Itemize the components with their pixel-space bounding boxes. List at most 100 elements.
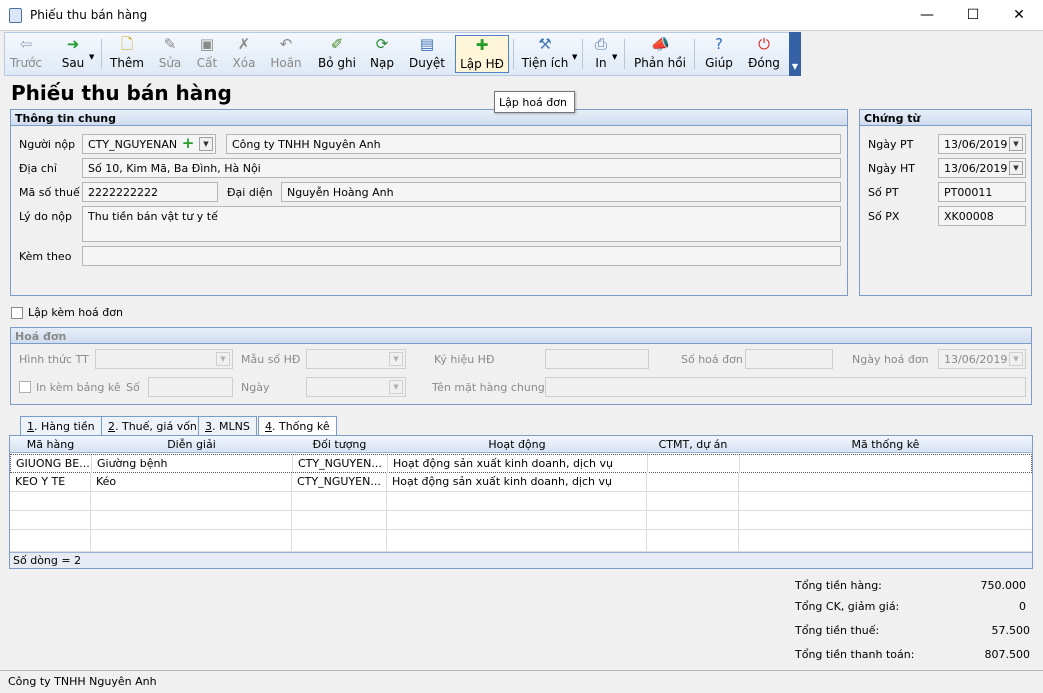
grid-cell[interactable]: CTY_NGUYEN...: [293, 455, 388, 473]
print-dropdown-arrow[interactable]: ▼: [612, 53, 617, 61]
save-button[interactable]: ▣ Cất: [191, 35, 223, 73]
column-header-description[interactable]: Diễn giải: [91, 438, 292, 451]
create-invoice-button[interactable]: ✚ Lập HĐ: [455, 35, 509, 73]
help-button[interactable]: ? Giúp: [702, 35, 736, 73]
utilities-button[interactable]: ⚒ Tiện ích: [521, 35, 569, 73]
grid-cell[interactable]: [648, 455, 740, 473]
grid-cell[interactable]: Hoạt động sản xuất kinh doanh, dịch vụ: [388, 455, 648, 473]
total-payment-label: Tổng tiền thanh toán:: [795, 648, 915, 661]
address-field[interactable]: Số 10, Kim Mã, Ba Đình, Hà Nội: [82, 158, 841, 178]
add-payer-icon[interactable]: +: [180, 136, 196, 151]
template-select[interactable]: ▼: [306, 349, 406, 369]
separator: [513, 39, 514, 69]
print-list-checkbox[interactable]: [19, 381, 31, 393]
empty-row[interactable]: [10, 530, 1032, 552]
next-dropdown-arrow[interactable]: ▼: [89, 53, 94, 61]
total-tax-value: 57.500: [991, 624, 1031, 637]
grid-cell[interactable]: Giường bệnh: [92, 455, 293, 473]
invoice-number-field[interactable]: [745, 349, 833, 369]
undo-button[interactable]: ↶ Hoãn: [267, 35, 305, 73]
column-header-item-code[interactable]: Mã hàng: [10, 438, 91, 451]
symbol-field[interactable]: [545, 349, 649, 369]
next-button[interactable]: ➜ Sau: [55, 35, 91, 73]
representative-field[interactable]: Nguyễn Hoàng Anh: [281, 182, 841, 202]
no-pt-label: Số PT: [868, 186, 899, 199]
payer-code-combo[interactable]: CTY_NGUYENAN + ▼: [82, 134, 216, 154]
payer-name-field[interactable]: Công ty TNHH Nguyên Anh: [226, 134, 841, 154]
symbol-label: Ký hiệu HĐ: [434, 353, 495, 366]
chevron-down-icon[interactable]: ▼: [389, 380, 403, 394]
title-bar: Phiếu thu bán hàng — ☐ ✕: [0, 0, 1043, 31]
tab-goods-money[interactable]: 1. Hàng tiền: [20, 416, 102, 435]
address-label: Địa chỉ: [19, 162, 57, 175]
column-header-object[interactable]: Đối tượng: [292, 438, 387, 451]
invoice-date-picker[interactable]: 13/06/2019 ▼: [938, 349, 1026, 369]
common-item-field[interactable]: [545, 377, 1026, 397]
approve-button[interactable]: ▤ Duyệt: [407, 35, 447, 73]
no-px-field[interactable]: XK00008: [938, 206, 1026, 226]
with-invoice-checkbox[interactable]: [11, 307, 23, 319]
toolbar-overflow-button[interactable]: ▼: [789, 32, 801, 76]
add-button[interactable]: 🗋 Thêm: [107, 35, 147, 73]
grid-cell[interactable]: GIUONG BE...: [11, 455, 92, 473]
grid-cell[interactable]: [647, 473, 739, 491]
tab-tax-cost[interactable]: 2. Thuế, giá vốn: [101, 416, 204, 435]
edit-icon: ✎: [163, 35, 177, 53]
column-header-stat-code[interactable]: Mã thống kê: [739, 438, 1032, 451]
edit-button[interactable]: ✎ Sửa: [151, 35, 189, 73]
tab-mlns[interactable]: 3. MLNS: [198, 416, 257, 435]
minimize-button[interactable]: —: [904, 0, 950, 31]
date-pt-picker[interactable]: 13/06/2019 ▼: [938, 134, 1026, 154]
grid-cell[interactable]: Hoạt động sản xuất kinh doanh, dịch vụ: [387, 473, 647, 491]
list-no-field[interactable]: [148, 377, 233, 397]
chevron-down-icon[interactable]: ▼: [1009, 352, 1023, 366]
grid-cell[interactable]: KEO Y TE: [10, 473, 91, 491]
date-ht-picker[interactable]: 13/06/2019 ▼: [938, 158, 1026, 178]
close-button[interactable]: ⏻ Đóng: [746, 35, 782, 73]
undo-icon: ↶: [279, 35, 293, 53]
prev-button[interactable]: ⇦ Trước: [7, 35, 45, 73]
feedback-button[interactable]: 📣 Phản hồi: [632, 35, 688, 73]
print-list-label: In kèm bảng kê: [36, 381, 121, 394]
total-payment-value: 807.500: [984, 648, 1031, 661]
close-window-button[interactable]: ✕: [996, 0, 1042, 31]
tax-code-field[interactable]: 2222222222: [82, 182, 218, 202]
unpost-button[interactable]: ✐ Bỏ ghi: [315, 35, 359, 73]
column-header-activity[interactable]: Hoạt động: [387, 438, 647, 451]
print-button[interactable]: ⎙ In: [589, 35, 613, 73]
chevron-down-icon[interactable]: ▼: [216, 352, 230, 366]
detail-grid: Mã hàng Diễn giải Đối tượng Hoạt động CT…: [9, 435, 1033, 569]
total-goods-value: 750.000: [980, 579, 1027, 592]
attach-field[interactable]: [82, 246, 841, 266]
general-info-header: Thông tin chung: [11, 110, 847, 126]
table-row[interactable]: KEO Y TE Kéo CTY_NGUYEN... Hoạt động sản…: [10, 473, 1032, 492]
chevron-down-icon[interactable]: ▼: [199, 137, 213, 151]
template-label: Mẫu số HĐ: [241, 353, 301, 366]
column-header-project[interactable]: CTMT, dự án: [647, 438, 739, 451]
table-row[interactable]: GIUONG BE... Giường bệnh CTY_NGUYEN... H…: [10, 454, 1032, 473]
empty-row[interactable]: [10, 511, 1032, 530]
delete-icon: ✗: [237, 35, 251, 53]
delete-button[interactable]: ✗ Xóa: [227, 35, 261, 73]
grid-cell[interactable]: [739, 473, 1032, 491]
grid-cell[interactable]: CTY_NGUYEN...: [292, 473, 387, 491]
load-button[interactable]: ⟳ Nạp: [367, 35, 397, 73]
tab-statistics[interactable]: 4. Thống kê: [258, 416, 337, 435]
list-date-picker[interactable]: ▼: [306, 377, 406, 397]
general-info-panel: Thông tin chung Người nộp CTY_NGUYENAN +…: [10, 109, 848, 296]
maximize-button[interactable]: ☐: [950, 0, 996, 31]
reason-field[interactable]: Thu tiền bán vật tư y tế: [82, 206, 841, 242]
no-pt-field[interactable]: PT00011: [938, 182, 1026, 202]
payment-form-select[interactable]: ▼: [95, 349, 233, 369]
utilities-dropdown-arrow[interactable]: ▼: [572, 53, 577, 61]
chevron-down-icon[interactable]: ▼: [389, 352, 403, 366]
app-icon: [9, 8, 22, 23]
approve-document-icon: ▤: [419, 35, 435, 53]
grid-cell[interactable]: Kéo: [91, 473, 292, 491]
payer-label: Người nộp: [19, 138, 76, 151]
empty-row[interactable]: [10, 492, 1032, 511]
tooltip: Lập hoá đơn: [494, 91, 575, 113]
grid-cell[interactable]: [740, 455, 1033, 473]
chevron-down-icon[interactable]: ▼: [1009, 161, 1023, 175]
chevron-down-icon[interactable]: ▼: [1009, 137, 1023, 151]
